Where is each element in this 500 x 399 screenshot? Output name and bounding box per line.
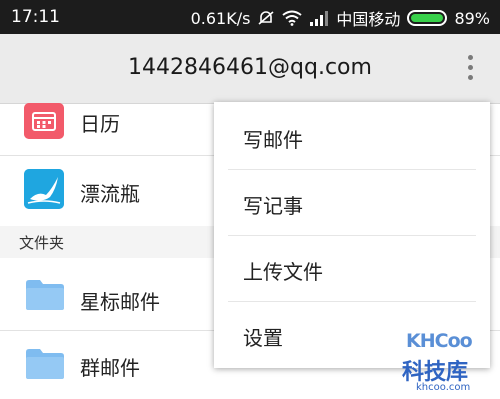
- folder-icon: [26, 349, 64, 379]
- section-header-label: 文件夹: [19, 234, 65, 252]
- drift-bottle-icon: [24, 169, 64, 209]
- menu-item-label: 设置: [243, 326, 283, 350]
- battery-icon: [407, 10, 448, 26]
- signal-icon: [310, 11, 329, 26]
- status-bar: 17:11 0.61K/s 中国移动 89%: [0, 0, 500, 34]
- network-speed: 0.61K/s: [190, 8, 251, 28]
- watermark-logo: KHCoo 科技库 khcoo.com: [398, 318, 498, 398]
- watermark-url: khcoo.com: [416, 382, 471, 393]
- menu-item-label: 写邮件: [243, 128, 303, 152]
- mute-icon: [258, 11, 274, 25]
- more-vert-icon[interactable]: [466, 54, 474, 82]
- menu-item-label: 写记事: [243, 194, 303, 218]
- status-time: 17:11: [11, 7, 60, 27]
- account-title: 1442846461@qq.com: [128, 55, 372, 80]
- list-item-label: 漂流瓶: [80, 182, 140, 206]
- list-item-label: 日历: [80, 112, 120, 136]
- folder-item-label: 群邮件: [80, 356, 140, 380]
- watermark-brand: KHCoo: [406, 330, 473, 352]
- status-right-group: 0.61K/s 中国移动 89%: [191, 6, 490, 30]
- menu-item-write-note[interactable]: 写记事: [214, 170, 490, 236]
- battery-percent: 89%: [454, 8, 490, 28]
- carrier-name: 中国移动: [336, 10, 401, 29]
- folder-item-label: 星标邮件: [80, 290, 160, 314]
- menu-item-upload-file[interactable]: 上传文件: [214, 236, 490, 302]
- wifi-icon: [282, 10, 303, 26]
- calendar-icon: [24, 103, 64, 139]
- menu-item-compose-mail[interactable]: 写邮件: [214, 104, 490, 170]
- menu-item-label: 上传文件: [243, 260, 323, 284]
- folder-icon: [26, 280, 64, 310]
